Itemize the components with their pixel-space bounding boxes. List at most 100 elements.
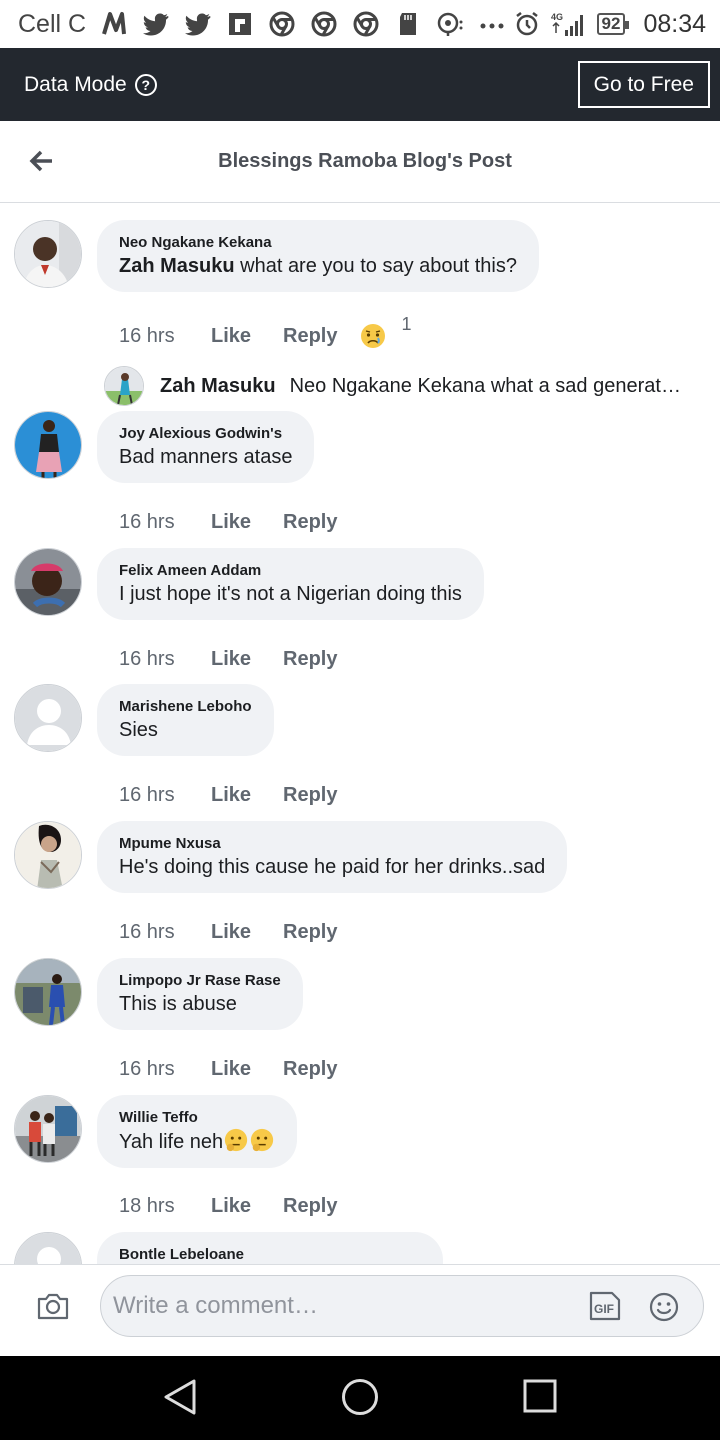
- comment-time[interactable]: 16 hrs: [119, 648, 211, 671]
- comment-time[interactable]: 16 hrs: [119, 784, 211, 807]
- sd-card-icon: [394, 10, 422, 38]
- comment-text: Bad manners atase: [119, 446, 293, 468]
- comment-actions: 16 hrs Like Reply 1: [119, 314, 411, 350]
- nav-back-icon[interactable]: [162, 1378, 198, 1416]
- like-button[interactable]: Like: [211, 648, 283, 671]
- comment-author[interactable]: Marishene Leboho: [119, 698, 252, 716]
- avatar[interactable]: [14, 684, 82, 752]
- post-header: Blessings Ramoba Blog's Post: [0, 121, 720, 203]
- comment-bubble[interactable]: Felix Ameen Addam I just hope it's not a…: [97, 548, 484, 620]
- system-nav-bar: [0, 1356, 720, 1440]
- reply-preview[interactable]: Zah Masuku Neo Ngakane Kekana what a sad…: [104, 366, 682, 406]
- reply-button[interactable]: Reply: [283, 1058, 337, 1081]
- hotspot-icon: [436, 10, 464, 38]
- comment-text: Sies: [119, 719, 158, 741]
- chrome-icon: [268, 10, 296, 38]
- comment-time[interactable]: 18 hrs: [119, 1195, 211, 1218]
- comment-time[interactable]: 16 hrs: [119, 921, 211, 944]
- nfc-icon: [100, 10, 128, 38]
- help-icon[interactable]: ?: [134, 73, 157, 96]
- sad-reaction-icon: [361, 324, 386, 348]
- reaction-count: 1: [401, 314, 412, 334]
- comment-time[interactable]: 16 hrs: [119, 1058, 211, 1081]
- comment-author[interactable]: Felix Ameen Addam: [119, 562, 462, 580]
- data-mode-label-group: Data Mode ?: [24, 73, 578, 97]
- battery-indicator: 92: [596, 13, 630, 35]
- alarm-icon: [513, 10, 541, 38]
- nav-home-icon[interactable]: [341, 1378, 379, 1416]
- avatar[interactable]: [14, 411, 82, 479]
- comment-bubble[interactable]: Limpopo Jr Rase Rase This is abuse: [97, 958, 303, 1030]
- reply-button[interactable]: Reply: [283, 1195, 337, 1218]
- comment-text: Zah Masuku what are you to say about thi…: [119, 252, 517, 280]
- comment-author[interactable]: Willie Teffo: [119, 1109, 275, 1127]
- carrier-name: Cell C: [18, 9, 87, 38]
- reply-button[interactable]: Reply: [283, 325, 337, 348]
- data-mode-label: Data Mode: [24, 72, 127, 96]
- twitter-icon: [142, 10, 170, 38]
- comment-author[interactable]: Limpopo Jr Rase Rase: [119, 972, 281, 990]
- comment-time[interactable]: 16 hrs: [119, 511, 211, 534]
- comment-bubble[interactable]: Mpume Nxusa He's doing this cause he pai…: [97, 821, 568, 893]
- comment-author[interactable]: Mpume Nxusa: [119, 835, 545, 853]
- avatar[interactable]: [14, 548, 82, 616]
- signal-icon: 4G: [551, 10, 587, 38]
- comment-author[interactable]: Joy Alexious Godwin's: [119, 425, 292, 443]
- comment-actions: 16 hrs Like Reply: [119, 1058, 337, 1081]
- like-button[interactable]: Like: [211, 325, 283, 348]
- avatar[interactable]: [14, 958, 82, 1026]
- reply-button[interactable]: Reply: [283, 784, 337, 807]
- comment-actions: 16 hrs Like Reply: [119, 921, 337, 944]
- data-mode-bar: Data Mode ? Go to Free: [0, 48, 720, 121]
- comment-body: Yah life neh: [119, 1131, 224, 1153]
- like-button[interactable]: Like: [211, 921, 283, 944]
- comment-author[interactable]: Neo Ngakane Kekana: [119, 234, 517, 252]
- comment-text: This is abuse: [119, 993, 237, 1015]
- reply-author[interactable]: Zah Masuku: [160, 375, 276, 398]
- avatar[interactable]: [14, 1095, 82, 1163]
- comment-bubble[interactable]: Marishene Leboho Sies: [97, 684, 274, 756]
- go-to-free-button[interactable]: Go to Free: [577, 61, 710, 108]
- thinking-emoji-icon: [251, 1128, 274, 1152]
- reply-button[interactable]: Reply: [283, 511, 337, 534]
- comment-bubble[interactable]: Joy Alexious Godwin's Bad manners atase: [97, 411, 315, 483]
- like-button[interactable]: Like: [211, 1195, 283, 1218]
- comment-text: He's doing this cause he paid for her dr…: [119, 856, 546, 878]
- page-title: Blessings Ramoba Blog's Post: [218, 150, 512, 172]
- comment-text: Yah life neh: [119, 1127, 275, 1156]
- status-bar: Cell C 4G 92 08:34: [0, 0, 720, 48]
- comments-list: Neo Ngakane Kekana Zah Masuku what are y…: [0, 204, 720, 1264]
- comment-bubble[interactable]: Neo Ngakane Kekana Zah Masuku what are y…: [97, 220, 539, 292]
- like-button[interactable]: Like: [211, 1058, 283, 1081]
- reply-button[interactable]: Reply: [283, 921, 337, 944]
- chrome-icon: [310, 10, 338, 38]
- comment-actions: 18 hrs Like Reply: [119, 1195, 337, 1218]
- reply-button[interactable]: Reply: [283, 648, 337, 671]
- comment-time[interactable]: 16 hrs: [119, 325, 211, 348]
- reply-text: Neo Ngakane Kekana what a sad generation: [289, 374, 682, 397]
- back-arrow-icon[interactable]: [28, 147, 56, 175]
- comment-bubble[interactable]: Willie Teffo Yah life neh: [97, 1095, 298, 1168]
- avatar[interactable]: [14, 1232, 82, 1264]
- reaction-summary[interactable]: 1: [359, 314, 411, 350]
- comment-actions: 16 hrs Like Reply: [119, 784, 337, 807]
- emoji-icon[interactable]: [648, 1291, 680, 1323]
- thinking-emoji-icon: [225, 1128, 248, 1152]
- like-button[interactable]: Like: [211, 511, 283, 534]
- comment-author[interactable]: Bontle Lebeloane: [119, 1246, 421, 1264]
- clock: 08:34: [643, 9, 706, 38]
- gif-icon[interactable]: GIF: [588, 1290, 622, 1322]
- nav-recent-apps-icon[interactable]: [522, 1378, 558, 1414]
- svg-text:4G: 4G: [551, 12, 563, 22]
- comment-actions: 16 hrs Like Reply: [119, 511, 337, 534]
- comment-actions: 16 hrs Like Reply: [119, 648, 337, 671]
- comment-text: I just hope it's not a Nigerian doing th…: [119, 583, 462, 605]
- avatar[interactable]: [14, 220, 82, 288]
- svg-text:GIF: GIF: [594, 1302, 614, 1316]
- camera-icon[interactable]: [36, 1291, 70, 1321]
- like-button[interactable]: Like: [211, 784, 283, 807]
- comment-bubble[interactable]: Bontle Lebeloane: [97, 1232, 443, 1264]
- avatar[interactable]: [14, 821, 82, 889]
- avatar[interactable]: [104, 366, 144, 406]
- comment-mention[interactable]: Zah Masuku: [119, 255, 235, 277]
